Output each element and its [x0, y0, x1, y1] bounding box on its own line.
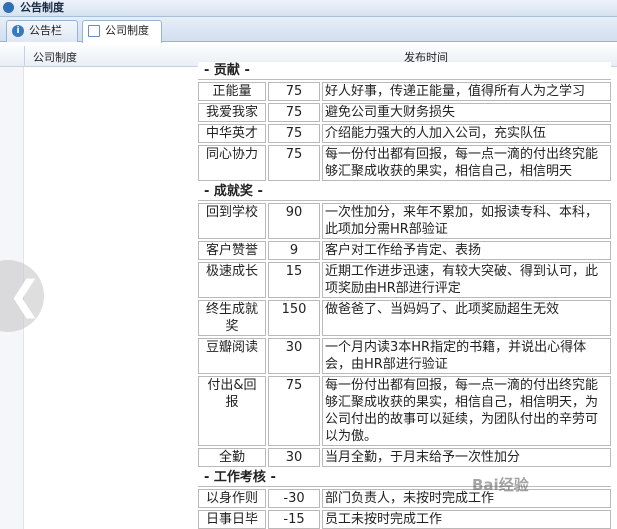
rule-name-cell: 回到学校 [198, 203, 266, 239]
watermark-logo: Bai经验 [472, 476, 529, 494]
rule-desc-cell: 做爸爸了、当妈妈了、此项奖励超生无效 [322, 300, 611, 336]
rule-name-cell: 正能量 [198, 82, 266, 101]
rule-score-cell: -15 [268, 510, 320, 529]
column-divider [24, 46, 25, 67]
rule-score-cell: -30 [268, 489, 320, 508]
rule-score-cell: 75 [268, 82, 320, 101]
rule-row: 终生成就奖 150 做爸爸了、当妈妈了、此项奖励超生无效 [198, 300, 611, 336]
rule-desc-cell: 避免公司重大财务损失 [322, 103, 611, 122]
rules-content: - 贡献 - 正能量 75 好人好事，传递正能量，值得所有人为之学习 我爱我家 75 避免公… [196, 60, 616, 529]
rule-score-cell: 75 [268, 145, 320, 181]
rule-name-cell: 豆瓣阅读 [198, 338, 266, 374]
rule-desc-cell: 好人好事，传递正能量，值得所有人为之学习 [322, 82, 611, 101]
rule-desc-cell: 部门负责人，未按时完成工作 [322, 489, 611, 508]
rule-name-cell: 付出&回报 [198, 376, 266, 446]
back-button[interactable]: ❮ [0, 260, 44, 332]
rule-score-cell: 30 [268, 338, 320, 374]
window-title: 公告制度 [20, 1, 64, 14]
rule-score-cell: 15 [268, 262, 320, 298]
rule-name-cell: 我爱我家 [198, 103, 266, 122]
rule-row: 回到学校 90 一次性加分，来年不累加，如报读专科、本科，此项加分需HR部验证 [198, 203, 611, 239]
rule-row: 全勤 30 当月全勤，于月末给予一次性加分 [198, 448, 611, 467]
tab-bulletin[interactable]: i 公告栏 [6, 20, 78, 42]
rule-row: 客户赞誉 9 客户对工作给予肯定、表扬 [198, 241, 611, 260]
rule-desc-cell: 当月全勤，于月末给予一次性加分 [322, 448, 611, 467]
column-title-header[interactable]: 公司制度 [33, 49, 77, 65]
rule-score-cell: 150 [268, 300, 320, 336]
rule-row: 中华英才 75 介绍能力强大的人加入公司，充实队伍 [198, 124, 611, 143]
rule-name-cell: 客户赞誉 [198, 241, 266, 260]
document-icon [88, 25, 100, 37]
section-header-row: - 工作考核 - [198, 469, 611, 487]
rule-row: 同心协力 75 每一份付出都有回报，每一点一滴的付出终究能够汇聚成收获的果实，相信自… [198, 145, 611, 181]
rule-desc-cell: 一次性加分，来年不累加，如报读专科、本科，此项加分需HR部验证 [322, 203, 611, 239]
section-title: - 工作考核 - [198, 469, 611, 487]
rule-score-cell: 75 [268, 376, 320, 446]
rule-desc-cell: 每一份付出都有回报，每一点一滴的付出终究能够汇聚成收获的果实，相信自己，相信明天 [322, 145, 611, 181]
rule-desc-cell: 近期工作进步迅速，有较大突破、得到认可，此项奖励由HR部进行评定 [322, 262, 611, 298]
section-title: - 成就奖 - [198, 183, 611, 201]
rule-row: 付出&回报 75 每一份付出都有回报，每一点一滴的付出终究能够汇聚成收获的果实，相信… [198, 376, 611, 446]
rule-name-cell: 同心协力 [198, 145, 266, 181]
rule-row: 我爱我家 75 避免公司重大财务损失 [198, 103, 611, 122]
rule-score-cell: 75 [268, 124, 320, 143]
rule-desc-cell: 介绍能力强大的人加入公司，充实队伍 [322, 124, 611, 143]
tab-company-rules[interactable]: 公司制度 [82, 20, 162, 43]
rule-desc-cell: 员工未按时完成工作 [322, 510, 611, 529]
rule-name-cell: 日事日毕 [198, 510, 266, 529]
rule-row: 正能量 75 好人好事，传递正能量，值得所有人为之学习 [198, 82, 611, 101]
tab-label: 公司制度 [105, 24, 149, 37]
window-titlebar: 公告制度 [0, 0, 617, 17]
rule-score-cell: 75 [268, 103, 320, 122]
rule-name-cell: 终生成就奖 [198, 300, 266, 336]
rule-desc-cell: 客户对工作给予肯定、表扬 [322, 241, 611, 260]
section-header-row: - 成就奖 - [198, 183, 611, 201]
section-header-row: - 贡献 - [198, 62, 611, 80]
rule-desc-cell: 一个月内读3本HR指定的书籍，并说出心得体会，由HR部进行验证 [322, 338, 611, 374]
rule-name-cell: 以身作则 [198, 489, 266, 508]
rule-name-cell: 全勤 [198, 448, 266, 467]
app-icon [3, 2, 14, 13]
rules-table: - 贡献 - 正能量 75 好人好事，传递正能量，值得所有人为之学习 我爱我家 75 避免公… [196, 60, 613, 529]
rule-row: 豆瓣阅读 30 一个月内读3本HR指定的书籍，并说出心得体会，由HR部进行验证 [198, 338, 611, 374]
rule-score-cell: 30 [268, 448, 320, 467]
rule-score-cell: 9 [268, 241, 320, 260]
rule-name-cell: 极速成长 [198, 262, 266, 298]
section-title: - 贡献 - [198, 62, 611, 80]
info-icon: i [12, 25, 24, 37]
rule-row: 以身作则 -30 部门负责人，未按时完成工作 [198, 489, 611, 508]
rule-desc-cell: 每一份付出都有回报，每一点一滴的付出终究能够汇聚成收获的果实，相信自己，相信明天… [322, 376, 611, 446]
rule-score-cell: 90 [268, 203, 320, 239]
rule-row: 极速成长 15 近期工作进步迅速，有较大突破、得到认可，此项奖励由HR部进行评定 [198, 262, 611, 298]
tab-label: 公告栏 [29, 24, 62, 37]
rule-row: 日事日毕 -15 员工未按时完成工作 [198, 510, 611, 529]
arrow-left-icon: ❮ [8, 273, 42, 319]
rule-name-cell: 中华英才 [198, 124, 266, 143]
tab-bar: i 公告栏 公司制度 [0, 17, 617, 43]
